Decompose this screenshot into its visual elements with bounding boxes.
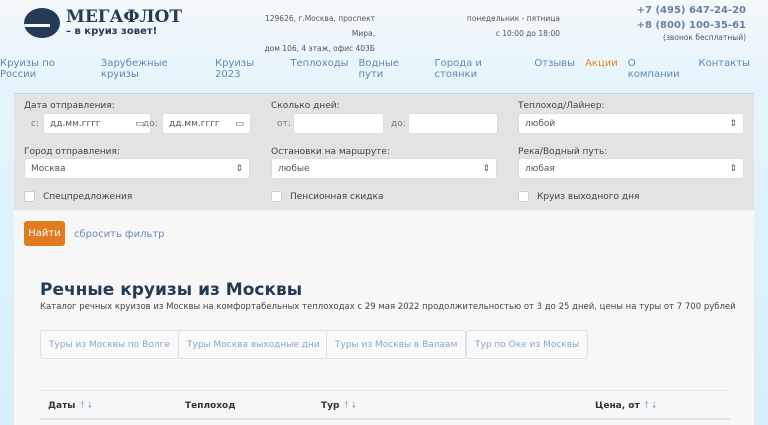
calendar-icon[interactable]: ▭ — [235, 119, 244, 129]
select-arrows-icon: ⇕ — [482, 163, 490, 174]
river-label: Река/Водный путь: — [518, 147, 608, 157]
logo-title: МЕГАФЛОТ — [66, 7, 182, 27]
river-value: любая — [525, 163, 555, 174]
logo-slogan: – в круиз зовет! — [66, 26, 158, 37]
logo-icon — [24, 8, 60, 38]
checkbox-label: Пенсионная скидка — [290, 192, 384, 202]
table-header: Даты ↑↓ Теплоход Тур ↑↓ Цена, от ↑↓ — [40, 390, 730, 420]
ship-value: любой — [525, 118, 556, 129]
city-label: Город отправления: — [24, 147, 120, 157]
select-arrows-icon: ⇕ — [729, 163, 737, 174]
nav-cities[interactable]: Города и стоянки — [435, 58, 525, 80]
col-label: Тур — [321, 401, 340, 411]
nav-abroad[interactable]: Зарубежные круизы — [101, 58, 205, 80]
ship-label: Теплоход/Лайнер: — [518, 101, 605, 111]
chip-oka[interactable]: Тур по Оке из Москвы — [466, 330, 589, 359]
logo[interactable]: МЕГАФЛОТ – в круиз зовет! — [24, 8, 182, 38]
reset-filter-link[interactable]: сбросить фильтр — [74, 229, 165, 240]
phone-note: (звонок бесплатный) — [663, 33, 746, 42]
chip-valaam[interactable]: Туры из Москвы в Валаам — [326, 330, 467, 359]
stops-select[interactable]: любые ⇕ — [271, 158, 497, 179]
river-select[interactable]: любая ⇕ — [518, 158, 744, 179]
sort-icon[interactable]: ↑↓ — [343, 401, 358, 411]
col-label: Цена, от — [595, 401, 640, 411]
contacts: +7 (495) 647-24-20 +8 (800) 100-35-61 (з… — [637, 3, 746, 42]
placeholder: дд.мм.гггг — [50, 118, 101, 129]
nav-waterways[interactable]: Водные пути — [359, 58, 425, 80]
checkbox[interactable] — [518, 191, 529, 202]
checkbox-label: Спецпредложения — [43, 192, 133, 202]
select-arrows-icon: ⇕ — [235, 163, 243, 174]
col-price[interactable]: Цена, от ↑↓ — [595, 401, 658, 411]
days-from-label: от: — [277, 119, 291, 129]
checkbox-label: Круиз выходного дня — [537, 192, 640, 202]
nav-ships[interactable]: Теплоходы — [290, 58, 348, 80]
days-to-label: до: — [391, 119, 406, 129]
phone-2[interactable]: +8 (800) 100-35-61 — [637, 18, 746, 33]
col-tour[interactable]: Тур ↑↓ — [321, 401, 358, 411]
select-arrows-icon: ⇕ — [729, 118, 737, 129]
nav-promos[interactable]: Акции — [585, 58, 618, 80]
ship-select[interactable]: любой ⇕ — [518, 113, 744, 134]
stops-value: любые — [278, 163, 310, 174]
address-line: 129626, г.Москва, проспект Мира, — [264, 14, 375, 38]
sort-icon[interactable]: ↑↓ — [79, 401, 94, 411]
checkbox[interactable] — [271, 191, 282, 202]
filter-panel: Дата отправления: с: дд.мм.гггг ▭ до: дд.… — [14, 93, 754, 210]
nav-reviews[interactable]: Отзывы — [534, 58, 575, 80]
nav-russia[interactable]: Круизы по России — [0, 58, 91, 80]
address-line: дом 106, 4 этаж, офис 403Б — [264, 44, 375, 53]
checkbox-special[interactable]: Спецпредложения — [24, 191, 132, 202]
search-button[interactable]: Найти — [24, 221, 65, 246]
col-label: Даты — [48, 401, 76, 411]
col-ship: Теплоход — [185, 401, 236, 411]
checkbox-pension[interactable]: Пенсионная скидка — [271, 191, 383, 202]
chip-volga[interactable]: Туры из Москвы по Волге — [40, 330, 179, 359]
page-description: Каталог речных круизов из Москвы на комф… — [40, 302, 736, 312]
stops-label: Остановки на маршруте: — [271, 147, 390, 157]
city-value: Москва — [31, 163, 66, 174]
hours-line: понедельник - пятница — [466, 14, 560, 23]
days-to-input[interactable] — [408, 113, 498, 134]
nav-about[interactable]: О компании — [628, 58, 689, 80]
page-title: Речные круизы из Москвы — [40, 280, 303, 300]
sort-icon[interactable]: ↑↓ — [643, 401, 658, 411]
placeholder: дд.мм.гггг — [169, 118, 220, 129]
main-nav: Круизы по России Зарубежные круизы Круиз… — [0, 58, 750, 80]
days-label: Сколько дней: — [271, 101, 340, 111]
date-from-input[interactable]: дд.мм.гггг ▭ — [43, 113, 151, 134]
date-from-label: с: — [31, 119, 39, 129]
date-to-input[interactable]: дд.мм.гггг ▭ — [162, 113, 251, 134]
date-to-label: до: — [143, 119, 158, 129]
checkbox[interactable] — [24, 191, 35, 202]
address: 129626, г.Москва, проспект Мира, дом 106… — [250, 11, 375, 56]
chip-weekend[interactable]: Туры Москва выходные дни — [178, 330, 329, 359]
date-label: Дата отправления: — [24, 101, 115, 111]
col-dates[interactable]: Даты ↑↓ — [48, 401, 94, 411]
phone-1[interactable]: +7 (495) 647-24-20 — [637, 3, 746, 18]
work-hours: понедельник - пятница с 10:00 до 18:00 — [460, 11, 560, 41]
hours-line: с 10:00 до 18:00 — [495, 29, 560, 38]
nav-2023[interactable]: Круизы 2023 — [215, 58, 280, 80]
nav-contacts[interactable]: Контакты — [699, 58, 750, 80]
days-from-input[interactable] — [293, 113, 384, 134]
city-select[interactable]: Москва ⇕ — [24, 158, 250, 179]
checkbox-weekend[interactable]: Круиз выходного дня — [518, 191, 639, 202]
